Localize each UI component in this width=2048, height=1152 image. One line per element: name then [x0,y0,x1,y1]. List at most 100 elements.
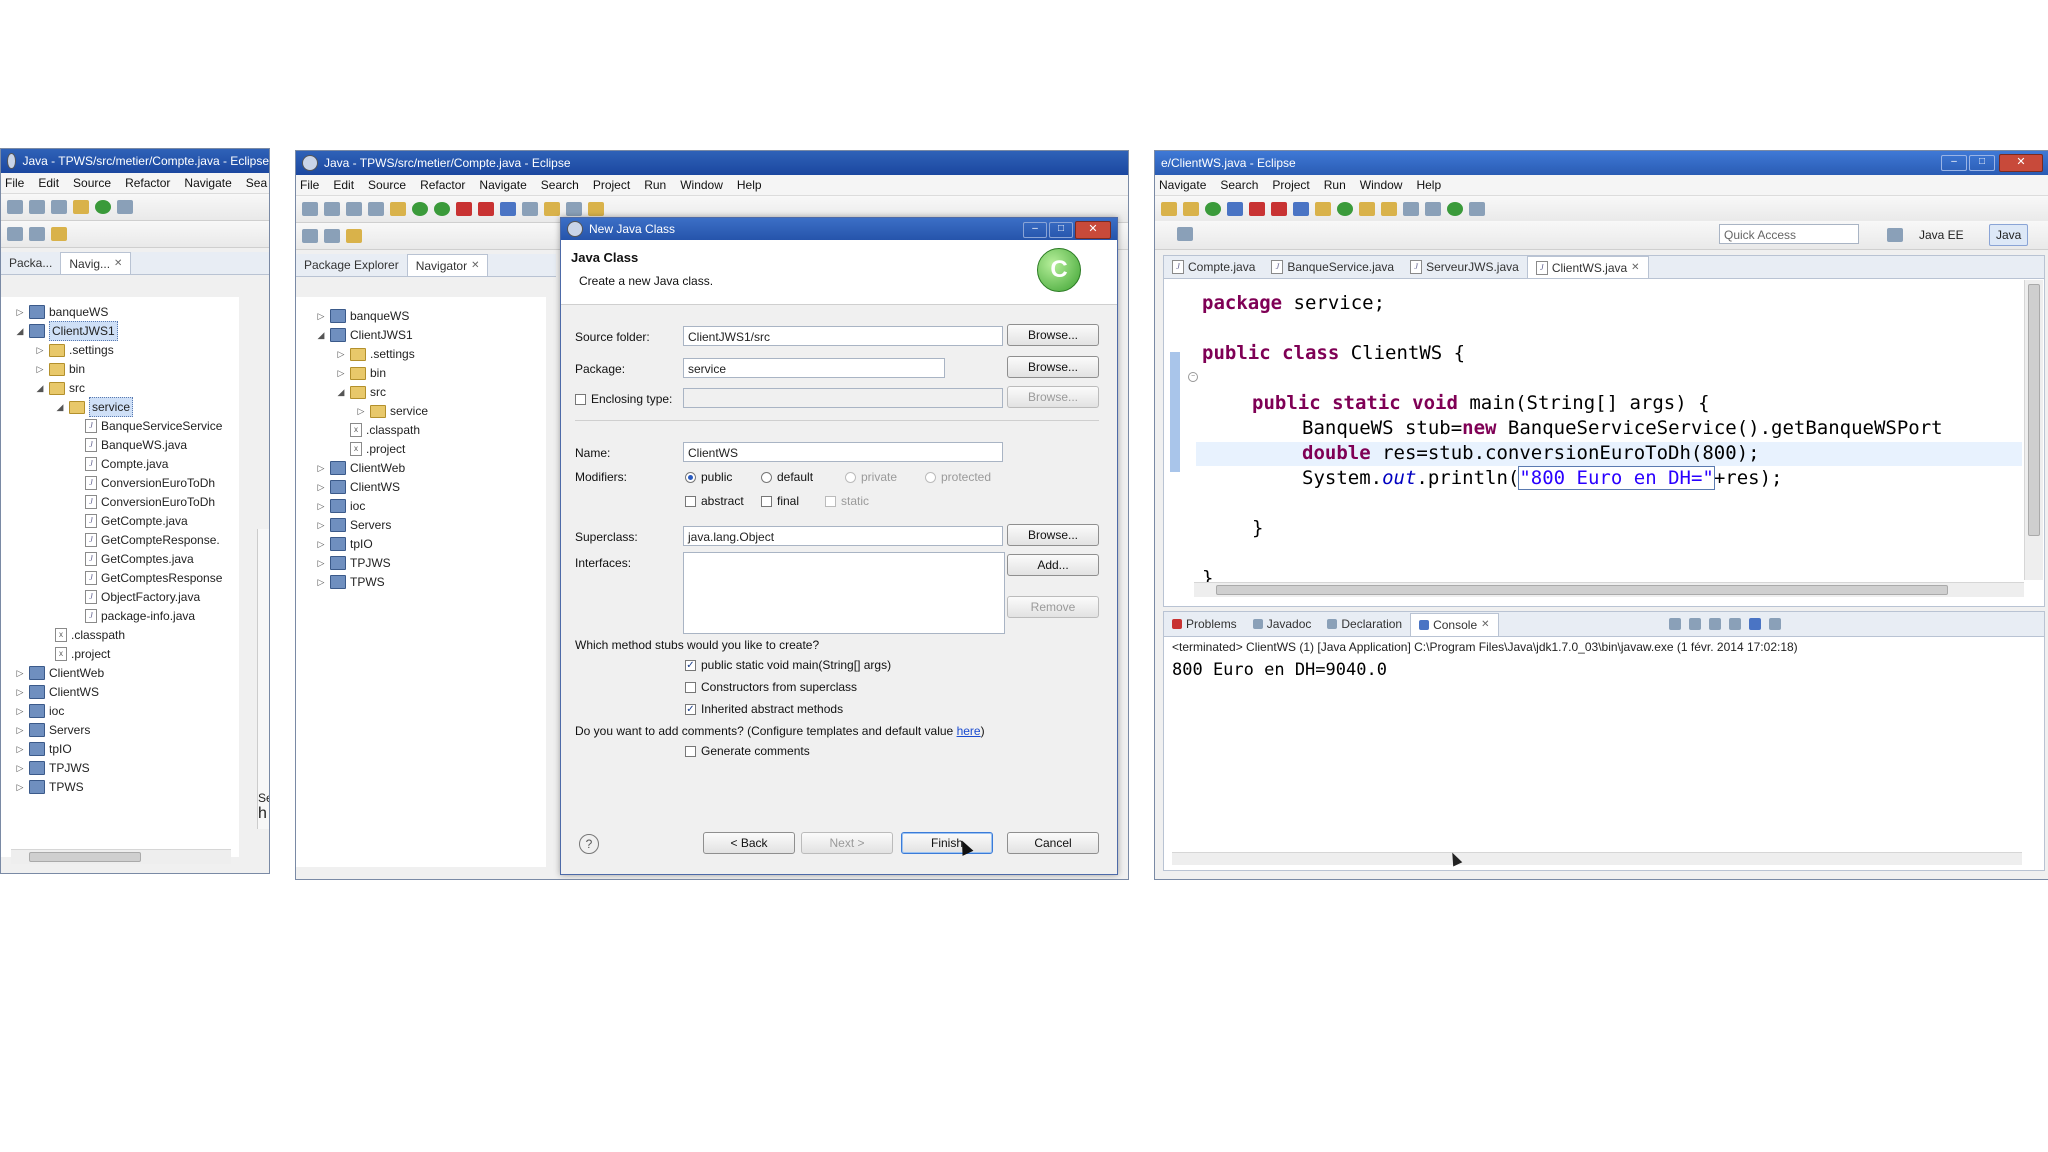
close-button[interactable]: ✕ [1999,154,2043,172]
tab-javadoc[interactable]: Javadoc [1245,613,1320,635]
superclass-field[interactable]: java.lang.Object [683,526,1003,546]
stop-server-icon[interactable] [1249,202,1265,216]
menu-navigate[interactable]: Navigate [1159,178,1206,192]
tree-item[interactable]: Jpackage-info.java [85,607,195,625]
static-checkbox[interactable] [825,496,836,507]
menu-run[interactable]: Run [644,178,666,192]
cancel-button[interactable]: Cancel [1007,832,1099,854]
tree-item[interactable]: ▷ banqueWS [15,303,108,321]
superclass-browse-button[interactable]: Browse... [1007,524,1099,546]
print-icon[interactable] [346,202,362,216]
modifier-public-radio[interactable] [685,472,696,483]
enclosing-browse-button[interactable]: Browse... [1007,386,1099,408]
generate-comments-checkbox[interactable] [685,746,696,757]
scroll-thumb[interactable] [1216,585,1948,595]
tree-item[interactable]: ▷ ClientWeb [15,664,104,682]
code-line-4[interactable]: BanqueWS stub=new BanqueServiceService()… [1302,417,1943,439]
deploy-icon[interactable] [1271,202,1287,216]
run-icon[interactable] [1205,202,1221,216]
debug-icon[interactable] [1183,202,1199,216]
remove-interface-button[interactable]: Remove [1007,596,1099,618]
tree-item[interactable]: J ObjectFactory.java [85,588,200,606]
main-method-checkbox[interactable]: ✓ [685,660,696,671]
new-class-icon[interactable] [544,202,560,216]
code-line-6[interactable]: System.out.println("800 Euro en DH="+res… [1302,466,1782,490]
tree-item[interactable]: ▷ .settings [336,345,415,363]
tree-item[interactable]: ▷ ClientWS [15,683,99,701]
clear-console-icon[interactable] [1708,618,1721,630]
refresh-icon[interactable] [1337,202,1353,216]
run-external-icon[interactable] [1447,202,1463,216]
terminate-icon[interactable] [1668,618,1681,630]
editor-vertical-scrollbar[interactable] [2024,280,2043,580]
modifier-private-radio[interactable] [845,472,856,483]
tree-item[interactable]: x .project [350,440,405,458]
tree-item[interactable]: ▷ ioc [15,702,64,720]
tab-declaration[interactable]: Declaration [1319,613,1410,635]
open-task-icon[interactable] [566,202,582,216]
scroll-thumb[interactable] [29,852,141,862]
menu-window[interactable]: Window [1360,178,1403,192]
tree-item[interactable]: J GetCompteResponse. [85,531,220,549]
next-button[interactable]: Next > [801,832,893,854]
tree-item[interactable]: ▷ TPWS [316,573,385,591]
quick-access-input[interactable]: Quick Access [1719,224,1859,244]
tree-item[interactable]: ▷ bin [35,360,85,378]
finish-button[interactable]: Finish [901,832,993,854]
tree-item[interactable]: ▷ TPJWS [316,554,391,572]
tree-item[interactable]: J Compte.java [85,455,168,473]
tab-package-explorer[interactable]: Package Explorer [296,254,407,276]
scroll-thumb[interactable] [2028,284,2040,536]
tree-item[interactable]: x .project [55,645,110,663]
run-icon[interactable] [412,202,428,216]
run-external-icon[interactable] [434,202,450,216]
tree-item[interactable]: ▷ Servers [15,721,90,739]
source-folder-browse-button[interactable]: Browse... [1007,324,1099,346]
tree-item[interactable]: ▷ ClientWS [316,478,400,496]
tab-console[interactable]: Console ✕ [1410,612,1499,636]
tree-item[interactable]: ▷ bin [336,364,386,382]
final-checkbox[interactable] [761,496,772,507]
build-icon[interactable] [368,202,384,216]
code-line-5[interactable]: double res=stub.conversionEuroToDh(800); [1302,442,1760,464]
package-field[interactable]: service [683,358,945,378]
menu-refactor[interactable]: Refactor [420,178,465,192]
tree-item[interactable]: ▷ tpIO [316,535,373,553]
tree-item[interactable]: ◢ src [35,379,85,397]
menu-help[interactable]: Help [1416,178,1441,192]
tree-item[interactable]: J ConversionEuroToDh [85,474,215,492]
menu-navigate[interactable]: Navigate [184,176,231,190]
menu-search[interactable]: Sea [246,176,267,190]
open-perspective-icon[interactable] [1887,228,1903,242]
nav-back-icon[interactable] [1177,227,1193,241]
show-whitespace-icon[interactable] [1425,202,1441,216]
scroll-lock-icon[interactable] [1728,618,1741,630]
new-icon[interactable] [7,200,23,214]
menu-file[interactable]: File [5,176,24,190]
add-interface-button[interactable]: Add... [1007,554,1099,576]
editor-horizontal-scrollbar[interactable] [1194,582,2024,597]
folder-icon[interactable] [588,202,604,216]
menu-project[interactable]: Project [1272,178,1309,192]
new-icon[interactable] [302,202,318,216]
code-line-3[interactable]: public static void main(String[] args) { [1252,392,1710,414]
constructors-checkbox[interactable] [685,682,696,693]
menu-window[interactable]: Window [680,178,723,192]
menu-edit[interactable]: Edit [333,178,354,192]
tree-item[interactable]: ▷ ioc [316,497,365,515]
tree-item[interactable]: ◢ ClientJWS1 [316,326,413,344]
menu-run[interactable]: Run [1324,178,1346,192]
folder-icon[interactable] [1359,202,1375,216]
search-icon[interactable] [1227,202,1243,216]
menu-help[interactable]: Help [737,178,762,192]
tree-item[interactable]: ▷ service [356,402,428,420]
code-line-1[interactable]: package service; [1202,292,1385,314]
close-icon[interactable]: ✕ [1631,257,1639,279]
code-line-7[interactable]: } [1252,517,1263,539]
code-line-2[interactable]: public class ClientWS { [1202,342,1465,364]
tree-item[interactable]: ◢ ClientJWS1 [15,321,118,341]
annotation-icon[interactable] [346,229,362,243]
tree-item[interactable]: ◢ src [336,383,386,401]
run-icon[interactable] [95,200,111,214]
nav-back-icon[interactable] [302,229,318,243]
